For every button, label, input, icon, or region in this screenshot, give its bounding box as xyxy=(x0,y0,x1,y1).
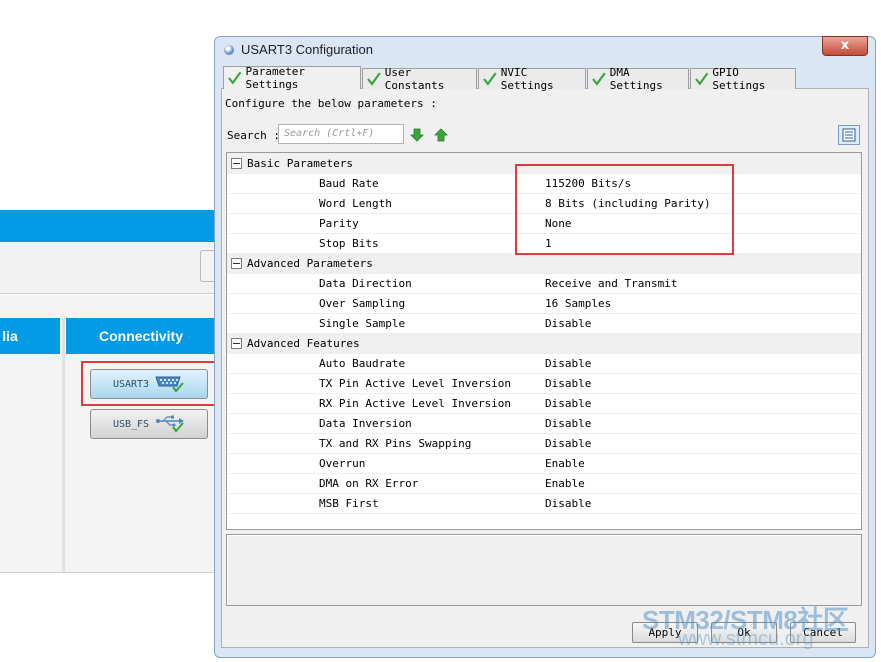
table-row[interactable]: Single Sample Disable xyxy=(227,313,861,334)
check-icon xyxy=(483,72,497,86)
usb-icon xyxy=(156,415,185,433)
tab-label: NVIC Settings xyxy=(500,66,554,92)
param-value[interactable]: Disable xyxy=(545,317,591,330)
tab-nvic-settings[interactable]: NVIC Settings xyxy=(478,66,586,92)
group-label: Advanced Features xyxy=(247,337,360,350)
param-value[interactable]: Enable xyxy=(545,457,585,470)
param-name: Baud Rate xyxy=(319,177,379,190)
peripheral-button-usb-fs[interactable]: USB_FS xyxy=(90,409,208,439)
tab-label: User Constants xyxy=(384,66,445,92)
tab-gpio-settings[interactable]: GPIO Settings xyxy=(690,66,796,92)
table-row[interactable]: Over Sampling 16 Samples xyxy=(227,293,861,314)
main-window-toolbar-panel xyxy=(0,242,214,294)
param-value[interactable]: Disable xyxy=(545,357,591,370)
close-button[interactable]: x xyxy=(822,36,868,56)
param-value[interactable]: Disable xyxy=(545,397,591,410)
watermark-url: www.stmcu.org xyxy=(678,628,814,650)
param-value[interactable]: 16 Samples xyxy=(545,297,611,310)
param-name: Parity xyxy=(319,217,359,230)
category-column-divider xyxy=(62,318,65,572)
tab-label: GPIO Settings xyxy=(712,66,766,92)
collapse-toggle-icon[interactable] xyxy=(231,158,242,169)
param-name: Over Sampling xyxy=(319,297,406,310)
table-row[interactable]: Data Direction Receive and Transmit xyxy=(227,273,861,294)
collapse-toggle-icon[interactable] xyxy=(231,338,242,349)
arrow-down-icon[interactable] xyxy=(410,128,424,142)
param-value[interactable]: Disable xyxy=(545,377,591,390)
param-name: Word Length xyxy=(319,197,392,210)
table-row[interactable]: Auto Baudrate Disable xyxy=(227,353,861,374)
param-name: Data Inversion xyxy=(319,417,412,430)
param-value[interactable]: Disable xyxy=(545,497,591,510)
list-icon xyxy=(842,128,856,142)
main-window-header-strip xyxy=(0,210,214,242)
tab-dma-settings[interactable]: DMA Settings xyxy=(587,66,689,92)
table-row[interactable]: TX Pin Active Level Inversion Disable xyxy=(227,373,861,394)
app-icon xyxy=(224,45,234,55)
list-view-toggle-button[interactable] xyxy=(838,125,860,145)
table-row[interactable]: Overrun Enable xyxy=(227,453,861,474)
param-value[interactable]: Enable xyxy=(545,477,585,490)
param-name: MSB First xyxy=(319,497,379,510)
param-name: TX Pin Active Level Inversion xyxy=(319,377,512,390)
tab-label: DMA Settings xyxy=(609,66,663,92)
param-name: TX and RX Pins Swapping xyxy=(319,437,472,450)
group-row-advanced-parameters[interactable]: Advanced Parameters xyxy=(227,253,861,274)
param-name: Single Sample xyxy=(319,317,406,330)
param-value[interactable]: Receive and Transmit xyxy=(545,277,677,290)
param-name: Data Direction xyxy=(319,277,412,290)
search-label: Search : xyxy=(227,129,280,142)
description-panel xyxy=(226,534,862,606)
collapse-toggle-icon[interactable] xyxy=(231,258,242,269)
param-name: Stop Bits xyxy=(319,237,379,250)
tab-parameter-settings[interactable]: Parameter Settings xyxy=(223,65,361,91)
peripheral-label: USB_FS xyxy=(112,418,150,430)
param-value[interactable]: Disable xyxy=(545,437,591,450)
table-row[interactable]: DMA on RX Error Enable xyxy=(227,473,861,494)
dialog-title: USART3 Configuration xyxy=(241,42,373,57)
check-icon xyxy=(592,72,606,86)
selected-peripheral-highlight xyxy=(81,361,218,406)
param-value[interactable]: Disable xyxy=(545,417,591,430)
group-row-advanced-features[interactable]: Advanced Features xyxy=(227,333,861,354)
category-header-connectivity[interactable]: Connectivity xyxy=(66,318,216,354)
tab-user-constants[interactable]: User Constants xyxy=(362,66,477,92)
tab-label: Parameter Settings xyxy=(245,65,306,91)
category-header-media[interactable]: lia xyxy=(0,318,60,354)
table-row[interactable]: MSB First Disable xyxy=(227,493,861,514)
param-name: RX Pin Active Level Inversion xyxy=(319,397,512,410)
instruction-label: Configure the below parameters : xyxy=(225,97,437,110)
search-input[interactable]: Search (Crtl+F) xyxy=(278,124,404,144)
param-name: Overrun xyxy=(319,457,366,470)
table-row[interactable]: TX and RX Pins Swapping Disable xyxy=(227,433,861,454)
table-row[interactable]: RX Pin Active Level Inversion Disable xyxy=(227,393,861,414)
check-icon xyxy=(367,72,381,86)
basic-parameters-highlight xyxy=(515,164,734,255)
check-icon xyxy=(695,72,709,86)
table-row[interactable]: Data Inversion Disable xyxy=(227,413,861,434)
param-name: Auto Baudrate xyxy=(319,357,406,370)
param-name: DMA on RX Error xyxy=(319,477,419,490)
group-label: Basic Parameters xyxy=(247,157,353,170)
check-icon xyxy=(228,71,242,85)
arrow-up-icon[interactable] xyxy=(434,128,448,142)
group-label: Advanced Parameters xyxy=(247,257,373,270)
